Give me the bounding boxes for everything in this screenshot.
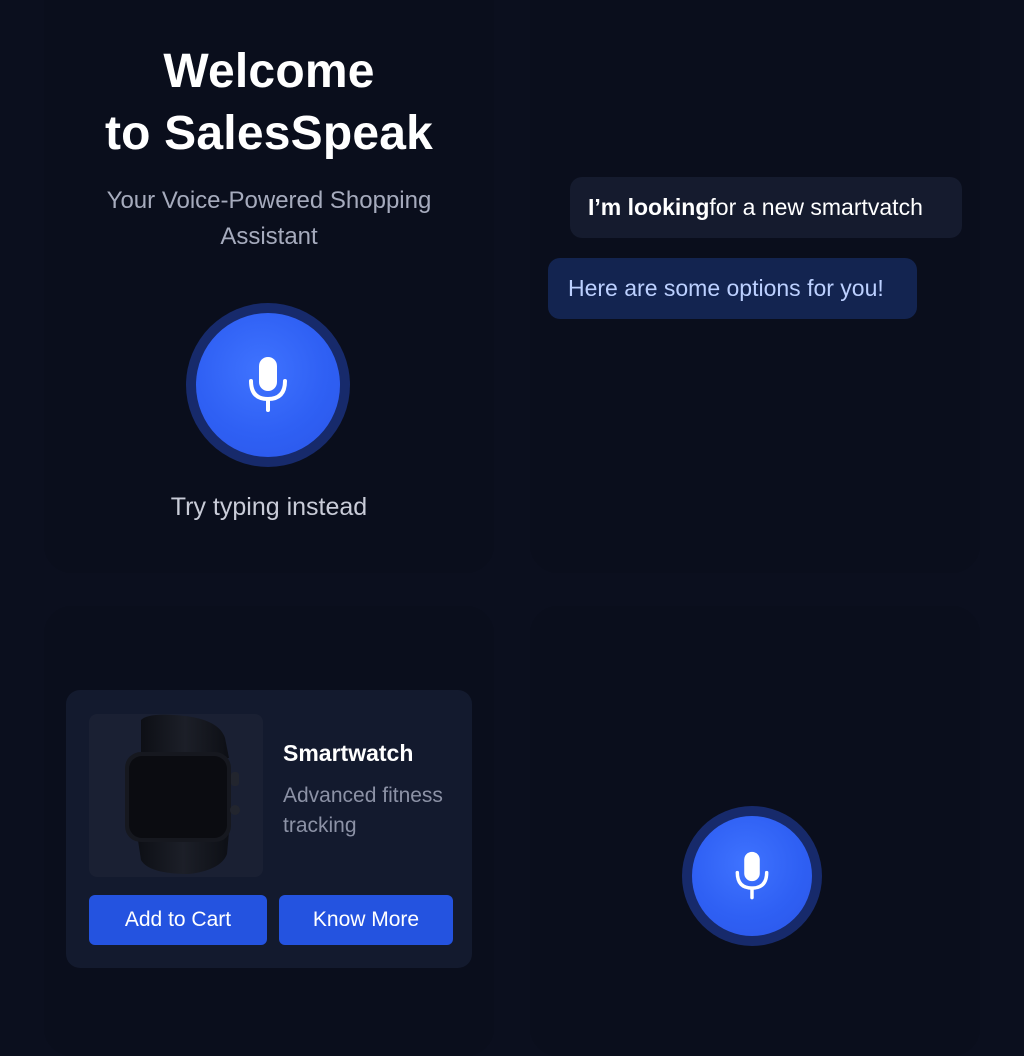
product-description: Advanced fitness tracking	[283, 784, 443, 837]
welcome-panel: Welcome to SalesSpeak Your Voice-Powered…	[44, 0, 494, 573]
microphone-icon	[735, 851, 769, 900]
user-message-bubble: I’m looking for a new smartvatch	[570, 177, 962, 238]
chat-panel: I’m looking for a new smartvatch Here ar…	[530, 0, 980, 573]
mic-button-ring	[186, 303, 350, 467]
add-to-cart-button[interactable]: Add to Cart	[89, 895, 267, 945]
product-card: Smartwatch Advanced fitness tracking Add…	[66, 690, 472, 968]
mic-button-ring	[682, 806, 822, 946]
welcome-title-line1: Welcome	[163, 45, 375, 98]
bot-message-bubble: Here are some options for you!	[548, 258, 917, 319]
bot-message-text: Here are some options for you!	[568, 275, 884, 301]
mic-button[interactable]	[692, 816, 812, 936]
voice-panel	[530, 606, 980, 1056]
welcome-subtitle: Your Voice-Powered Shopping Assistant	[106, 187, 432, 250]
user-message-bold: I’m looking	[588, 194, 710, 220]
microphone-icon	[249, 357, 287, 412]
smartwatch-image	[125, 714, 240, 874]
try-typing-link[interactable]: Try typing instead	[44, 493, 494, 522]
product-panel: Smartwatch Advanced fitness tracking Add…	[44, 606, 494, 1056]
product-name: Smartwatch	[283, 740, 414, 766]
mic-button[interactable]	[196, 313, 340, 457]
welcome-title-line2: to SalesSpeak	[104, 107, 434, 160]
know-more-button[interactable]: Know More	[279, 895, 453, 945]
product-image	[89, 714, 263, 877]
user-message-text: for a new smartvatch	[709, 194, 923, 220]
